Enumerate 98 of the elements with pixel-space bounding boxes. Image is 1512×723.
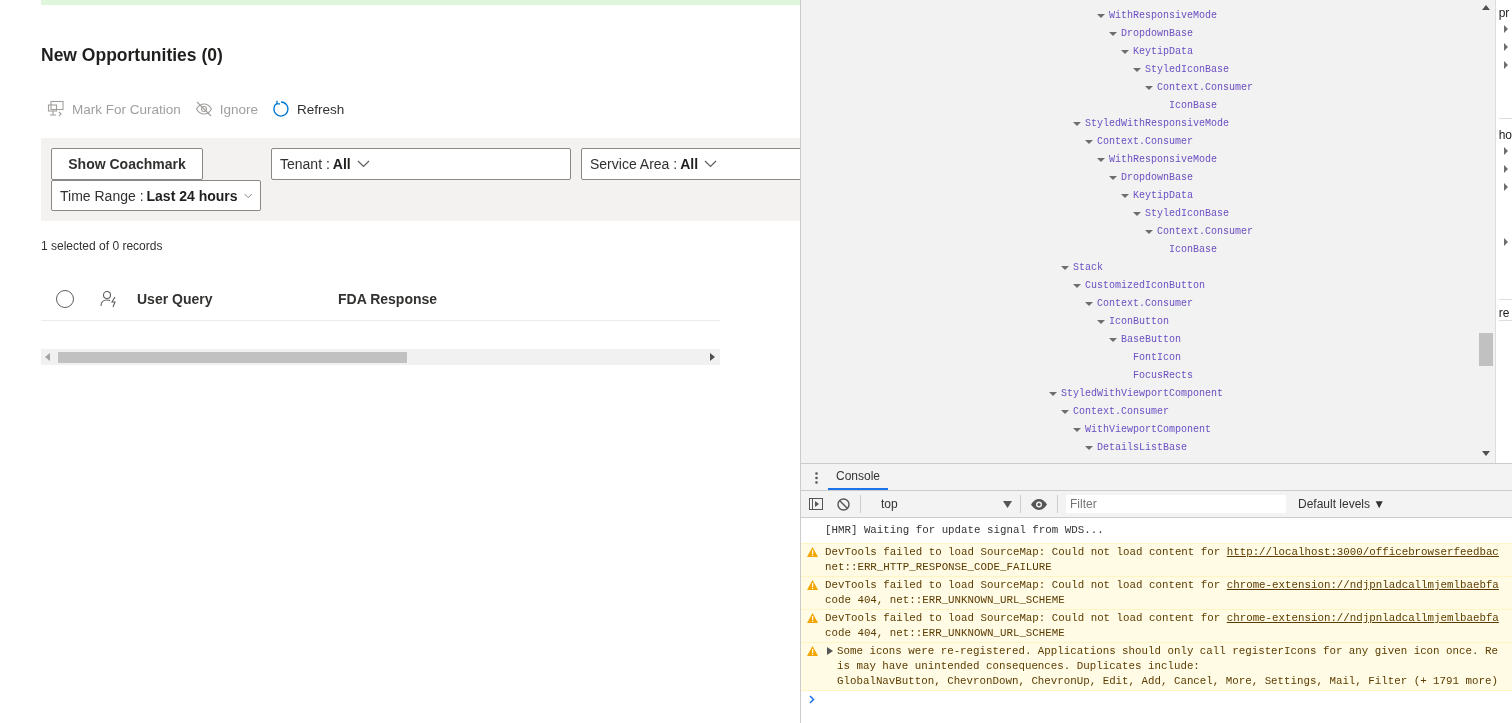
scrollbar-thumb[interactable] bbox=[1478, 333, 1493, 366]
expand-arrow-icon[interactable] bbox=[1133, 68, 1141, 72]
tree-node[interactable]: FontIcon bbox=[1133, 349, 1181, 367]
expand-arrow-icon[interactable] bbox=[1145, 230, 1153, 234]
expand-arrow-icon[interactable] bbox=[1097, 320, 1105, 324]
expand-arrow-icon[interactable] bbox=[1073, 428, 1081, 432]
page-title: New Opportunities (0) bbox=[41, 44, 223, 67]
tree-node[interactable]: KeytipData bbox=[1133, 187, 1193, 205]
expand-arrow-icon[interactable] bbox=[1049, 392, 1057, 396]
tree-node[interactable]: StyledWithViewportComponent bbox=[1061, 385, 1224, 403]
warning-icon bbox=[807, 547, 818, 557]
chevron-down-icon bbox=[243, 191, 252, 200]
chevron-down-icon bbox=[704, 160, 718, 168]
expand-arrow-icon[interactable] bbox=[1073, 284, 1081, 288]
section-label: pr bbox=[1498, 6, 1510, 20]
expand-arrow-icon[interactable] bbox=[1061, 266, 1069, 270]
expand-arrow-icon[interactable] bbox=[1085, 446, 1093, 450]
expand-arrow-icon[interactable] bbox=[1503, 183, 1508, 191]
filter-field[interactable]: Filter bbox=[1066, 495, 1286, 513]
refresh-icon bbox=[272, 100, 291, 118]
tree-node[interactable]: Context.Consumer bbox=[1097, 295, 1193, 313]
clear-console-icon[interactable] bbox=[837, 497, 850, 511]
tree-node[interactable]: StyledIconBase bbox=[1145, 205, 1229, 223]
sidebar-toggle-icon[interactable] bbox=[809, 498, 823, 510]
caret-icon bbox=[1003, 500, 1012, 508]
expand-arrow-icon[interactable] bbox=[1503, 61, 1508, 69]
tree-node[interactable]: FocusRects bbox=[1133, 367, 1193, 385]
chevron-down-icon bbox=[356, 160, 370, 168]
dropdown[interactable]: Service Area : All bbox=[581, 148, 800, 180]
expand-arrow-icon[interactable] bbox=[1097, 158, 1105, 162]
warning-icon bbox=[807, 613, 818, 623]
dropdown[interactable]: Time Range : Last 24 hours bbox=[51, 180, 261, 211]
eye-slash-icon bbox=[194, 100, 213, 118]
tree-node[interactable]: StyledIconBase bbox=[1145, 61, 1229, 79]
expand-arrow-icon[interactable] bbox=[1503, 165, 1508, 173]
tree-node[interactable]: Context.Consumer bbox=[1157, 223, 1253, 241]
column-header[interactable]: User Query bbox=[137, 290, 338, 307]
tree-node[interactable]: Context.Consumer bbox=[1157, 79, 1253, 97]
expand-arrow-icon[interactable] bbox=[1503, 25, 1508, 33]
source-link[interactable]: chrome-extension://ndjpnladcallmjemlbaebfa bbox=[1226, 612, 1499, 624]
column-header[interactable]: FDA Response bbox=[338, 290, 438, 307]
expand-arrow-icon[interactable] bbox=[1109, 176, 1117, 180]
tree-node[interactable]: CustomizedIconButton bbox=[1085, 277, 1206, 295]
tree-node[interactable]: Context.Consumer bbox=[1097, 133, 1193, 151]
source-link[interactable]: http://localhost:3000/officebrowserfeedbac bbox=[1226, 546, 1499, 558]
expand-arrow-icon[interactable] bbox=[827, 647, 833, 655]
horizontal-scrollbar[interactable] bbox=[41, 349, 720, 365]
tree-node[interactable]: BaseButton bbox=[1121, 331, 1181, 349]
section-label: re bbox=[1498, 306, 1510, 320]
warning-icon bbox=[807, 646, 818, 656]
expand-arrow-icon[interactable] bbox=[1121, 50, 1129, 54]
source-link[interactable]: chrome-extension://ndjpnladcallmjemlbaebfa bbox=[1226, 579, 1499, 591]
tree-node[interactable]: StyledWithResponsiveMode bbox=[1085, 115, 1230, 133]
expand-arrow-icon[interactable] bbox=[1121, 194, 1129, 198]
tree-node[interactable]: IconBase bbox=[1169, 97, 1217, 115]
tree-node[interactable]: WithViewportComponent bbox=[1085, 421, 1212, 439]
tree-node[interactable]: WithResponsiveMode bbox=[1109, 7, 1218, 25]
scroll-up-icon[interactable] bbox=[1481, 5, 1490, 10]
context-select[interactable]: top bbox=[879, 497, 1014, 511]
tree-node[interactable]: IconButton bbox=[1109, 313, 1169, 331]
console-message: DevTools failed to load SourceMap: Could not load content for chrome-extension://ndjpnladcallmjemlbaebfa code 404, net::ERR_UNKNOWN_URL_SCHEME bbox=[825, 611, 1499, 641]
tree-node[interactable]: DetailsListBase bbox=[1097, 439, 1187, 457]
scrollbar-thumb[interactable] bbox=[58, 352, 407, 363]
dropdown[interactable]: Tenant : All bbox=[271, 148, 571, 180]
expand-arrow-icon[interactable] bbox=[1097, 14, 1105, 18]
expand-arrow-icon[interactable] bbox=[1145, 86, 1153, 90]
tree-node[interactable]: Context.Consumer bbox=[1073, 403, 1169, 421]
expand-arrow-icon[interactable] bbox=[1109, 32, 1117, 36]
expand-arrow-icon[interactable] bbox=[1503, 238, 1508, 246]
coachmark-button[interactable]: Show Coachmark bbox=[51, 148, 203, 180]
tree-node[interactable]: WithResponsiveMode bbox=[1109, 151, 1218, 169]
expand-arrow-icon[interactable] bbox=[1085, 302, 1093, 306]
expand-arrow-icon[interactable] bbox=[1503, 43, 1508, 51]
eye-icon[interactable] bbox=[1031, 498, 1047, 510]
command-button[interactable]: Refresh bbox=[272, 100, 345, 118]
section-label: ho bbox=[1498, 128, 1512, 142]
monitor-icon bbox=[47, 100, 65, 118]
expand-arrow-icon[interactable] bbox=[1073, 122, 1081, 126]
console-message: Some icons were re-registered. Applications should only call registerIcons for any given icon once. Re is may have unintended consequences. Duplicates include: GlobalNavButton, ChevronDown, ChevronUp, Edit, Add, Cancel, More, Settings, Mail, Filter (+ 1791 more) bbox=[837, 644, 1498, 689]
log-levels-dropdown[interactable]: Default levels ▼ bbox=[1292, 496, 1392, 512]
expand-arrow-icon[interactable] bbox=[1061, 410, 1069, 414]
warning-icon bbox=[807, 580, 818, 590]
tree-node[interactable]: Stack bbox=[1073, 259, 1103, 277]
more-options-icon[interactable] bbox=[815, 472, 818, 484]
expand-arrow-icon[interactable] bbox=[1085, 140, 1093, 144]
prompt-icon[interactable] bbox=[809, 695, 815, 704]
expand-arrow-icon[interactable] bbox=[1109, 338, 1117, 342]
tree-node[interactable]: IconBase bbox=[1169, 241, 1217, 259]
tree-node[interactable]: KeytipData bbox=[1133, 43, 1193, 61]
scroll-right-icon[interactable] bbox=[710, 353, 715, 361]
expand-arrow-icon[interactable] bbox=[1133, 212, 1141, 216]
console-message: [HMR] Waiting for update signal from WDS... bbox=[825, 523, 1104, 538]
expand-arrow-icon[interactable] bbox=[1503, 147, 1508, 155]
tree-node[interactable]: DropdownBase bbox=[1121, 25, 1193, 43]
person-bolt-icon bbox=[100, 289, 119, 308]
scroll-down-icon[interactable] bbox=[1481, 451, 1490, 456]
tree-node[interactable]: DropdownBase bbox=[1121, 169, 1193, 187]
record-count: 1 selected of 0 records bbox=[41, 238, 163, 254]
